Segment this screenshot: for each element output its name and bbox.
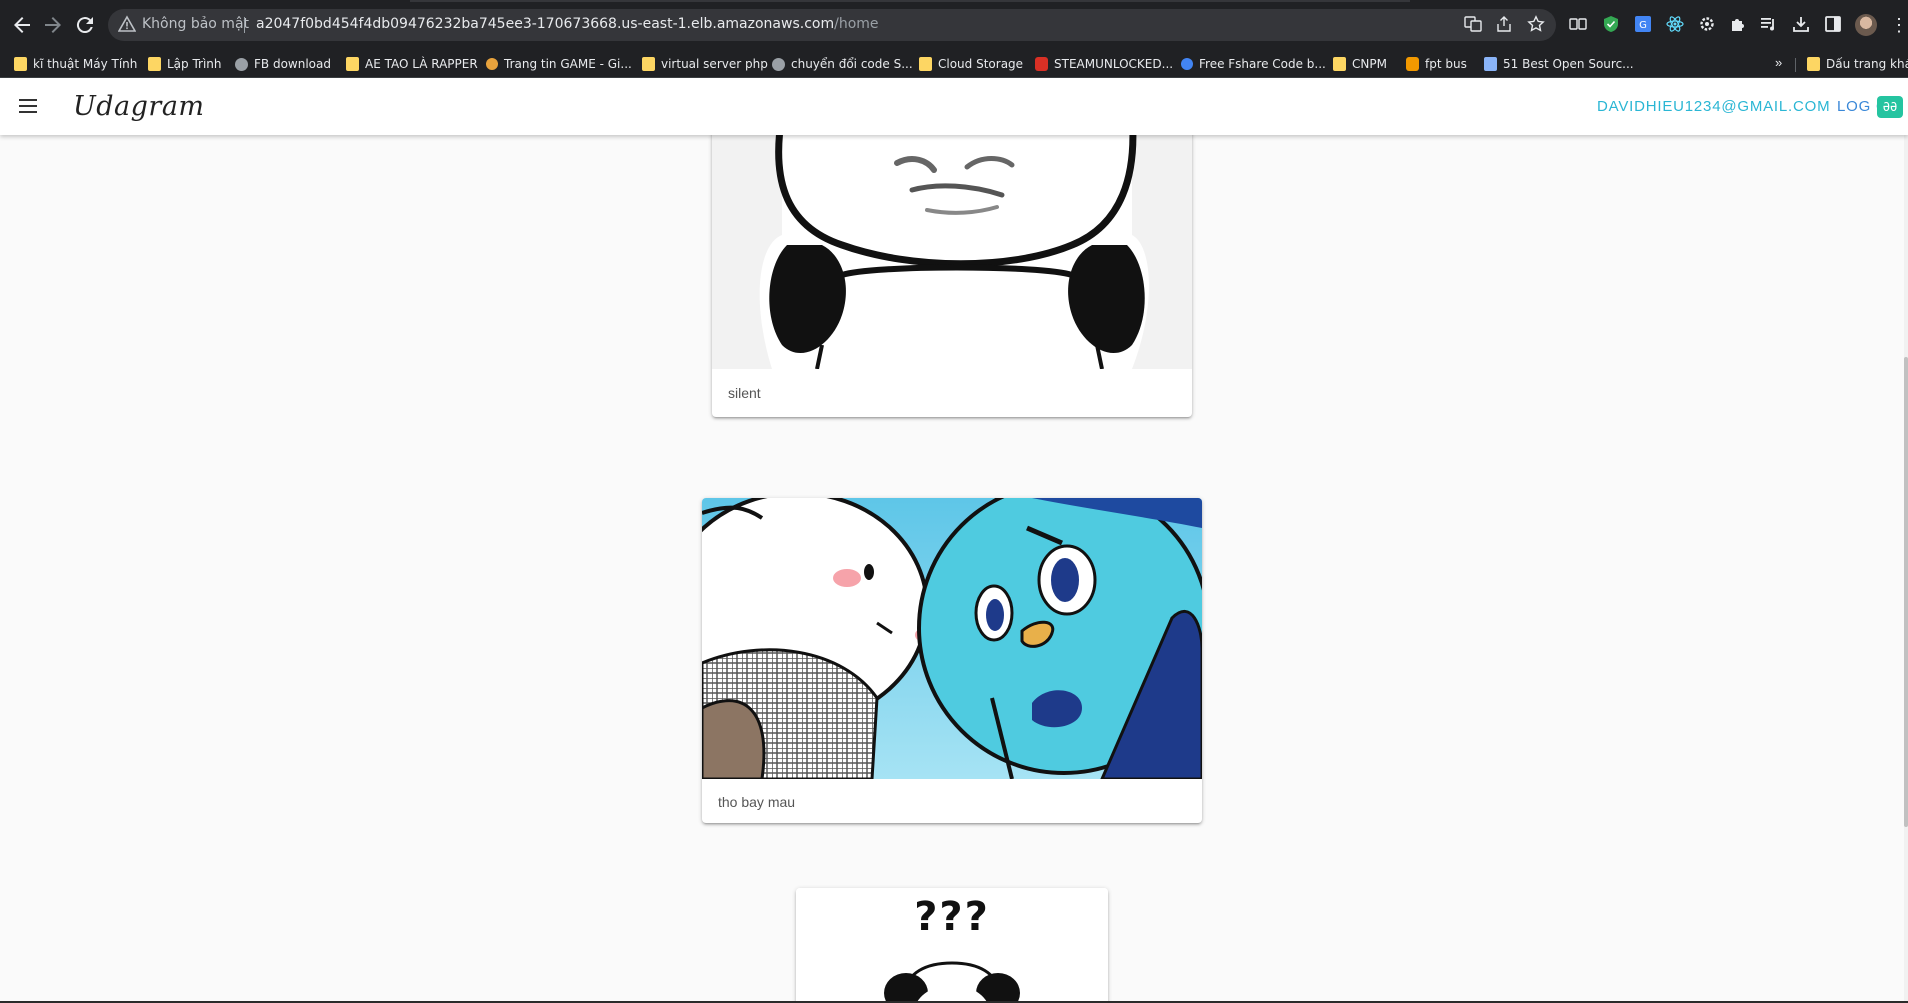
feed-card: ??? xyxy=(796,888,1108,1003)
tab-strip-edge xyxy=(410,0,1410,2)
profile-avatar[interactable] xyxy=(1855,14,1877,36)
folder-icon xyxy=(1807,57,1820,71)
feed-caption: silent xyxy=(728,385,761,401)
bookmark-label: Cloud Storage xyxy=(938,57,1024,71)
globe-icon xyxy=(772,57,785,71)
other-bookmarks-folder[interactable]: Dấu trang khác xyxy=(1807,55,1908,73)
bookmark-item[interactable]: CNPM xyxy=(1333,55,1387,73)
react-devtools-icon[interactable] xyxy=(1664,14,1686,36)
reload-icon[interactable] xyxy=(73,13,97,37)
browser-menu-icon[interactable]: ⋮ xyxy=(1890,13,1908,37)
omnibox-separator xyxy=(244,17,245,33)
bookmark-label: kĩ thuật Máy Tính xyxy=(33,57,138,71)
feed-caption: tho bay mau xyxy=(718,794,796,810)
address-bar[interactable]: Không bảo mật a2047f0bd454f4db09476232ba… xyxy=(108,9,1556,41)
bookmark-label: chuyển đổi code S... xyxy=(791,57,913,71)
extensions-puzzle-icon[interactable] xyxy=(1727,14,1749,36)
bookmark-label: Free Fshare Code b... xyxy=(1199,57,1326,71)
svg-text:G: G xyxy=(1639,20,1647,31)
bookmark-item[interactable]: virtual server php xyxy=(642,55,768,73)
url-host: a2047f0bd454f4db09476232ba745ee3-1706736… xyxy=(256,16,835,32)
feed-card: tho bay mau xyxy=(702,498,1202,823)
shield-extension-icon[interactable] xyxy=(1600,14,1622,36)
bookmarks-bar: kĩ thuật Máy Tính Lập Trình FB download … xyxy=(0,50,1908,78)
download-icon[interactable] xyxy=(1790,14,1812,36)
warning-icon[interactable] xyxy=(118,15,136,33)
bookmark-item[interactable]: kĩ thuật Máy Tính xyxy=(14,55,137,73)
back-arrow-icon[interactable] xyxy=(10,13,34,37)
reader-mode-icon[interactable] xyxy=(1567,14,1589,36)
bookmark-label: AE TAO LÀ RAPPER xyxy=(365,57,478,71)
folder-icon xyxy=(346,57,359,71)
translate-icon[interactable] xyxy=(1463,15,1483,35)
bookmark-item[interactable]: Lập Trình xyxy=(148,55,222,73)
feed-list: silent tho bay mau ??? xyxy=(0,135,1904,1003)
feed-image-panda xyxy=(712,135,1192,369)
bookmark-item[interactable]: Cloud Storage xyxy=(919,55,1023,73)
hamburger-menu-icon[interactable] xyxy=(16,94,40,118)
gear-extension-icon[interactable] xyxy=(1696,14,1718,36)
translate-overlay-icon[interactable]: ƏƏ xyxy=(1877,96,1903,118)
security-label[interactable]: Không bảo mật xyxy=(142,16,249,32)
bookmark-star-icon[interactable] xyxy=(1526,15,1546,35)
folder-icon xyxy=(642,57,655,71)
bookmarks-separator xyxy=(1795,58,1796,72)
bookmark-item[interactable]: STEAMUNLOCKED... xyxy=(1035,55,1173,73)
folder-icon xyxy=(148,57,161,71)
user-email-button[interactable]: DAVIDHIEU1234@GMAIL.COM xyxy=(1597,98,1830,115)
bookmark-item[interactable]: chuyển đổi code S... xyxy=(772,55,913,73)
steam-icon xyxy=(1035,57,1048,71)
bookmark-label: Lập Trình xyxy=(167,57,222,71)
game-icon xyxy=(486,58,498,70)
folder-icon xyxy=(919,57,932,71)
browser-titlebar: Không bảo mật a2047f0bd454f4db09476232ba… xyxy=(0,0,1908,50)
app-toolbar: Udagram DAVIDHIEU1234@GMAIL.COM LOG O ƏƏ xyxy=(0,78,1908,135)
j-icon xyxy=(1181,58,1193,70)
feed-image-cartoon xyxy=(702,498,1202,779)
globe-icon xyxy=(235,57,248,71)
meme-question-text: ??? xyxy=(914,894,990,940)
scrollbar-thumb[interactable] xyxy=(1904,357,1908,827)
bookmark-item[interactable]: Trang tin GAME - Gi... xyxy=(486,55,632,73)
url-text[interactable]: a2047f0bd454f4db09476232ba745ee3-1706736… xyxy=(256,16,879,32)
folder-icon xyxy=(14,57,27,71)
bookmarks-overflow-button[interactable]: » xyxy=(1775,55,1782,70)
bookmark-item[interactable]: AE TAO LÀ RAPPER xyxy=(346,55,478,73)
bookmark-item[interactable]: Free Fshare Code b... xyxy=(1181,55,1326,73)
feed-card: silent xyxy=(712,135,1192,417)
bookmark-label: virtual server php xyxy=(661,57,768,71)
bookmark-item[interactable]: fpt bus xyxy=(1406,55,1467,73)
bookmark-item[interactable]: 51 Best Open Sourc... xyxy=(1484,55,1634,73)
page-scrollbar[interactable] xyxy=(1904,135,1908,1003)
bookmark-label: fpt bus xyxy=(1425,57,1467,71)
share-icon[interactable] xyxy=(1494,15,1514,35)
google-translate-extension-icon[interactable]: G xyxy=(1632,14,1654,36)
url-path: /home xyxy=(834,16,879,32)
bookmark-label: CNPM xyxy=(1352,57,1387,71)
brand-logo[interactable]: Udagram xyxy=(73,91,205,122)
bookmark-item[interactable]: FB download xyxy=(235,55,331,73)
bookmark-label: 51 Best Open Sourc... xyxy=(1503,57,1634,71)
folder-icon xyxy=(1333,57,1346,71)
bookmark-label: STEAMUNLOCKED... xyxy=(1054,57,1174,71)
doc-icon xyxy=(1484,57,1497,71)
media-playlist-icon[interactable] xyxy=(1758,14,1780,36)
bookmark-label: FB download xyxy=(254,57,331,71)
bus-icon xyxy=(1406,57,1419,71)
bookmark-label: Dấu trang khác xyxy=(1826,57,1908,71)
side-panel-icon[interactable] xyxy=(1822,14,1844,36)
forward-arrow-icon[interactable] xyxy=(41,13,65,37)
bookmark-label: Trang tin GAME - Gi... xyxy=(504,57,632,71)
